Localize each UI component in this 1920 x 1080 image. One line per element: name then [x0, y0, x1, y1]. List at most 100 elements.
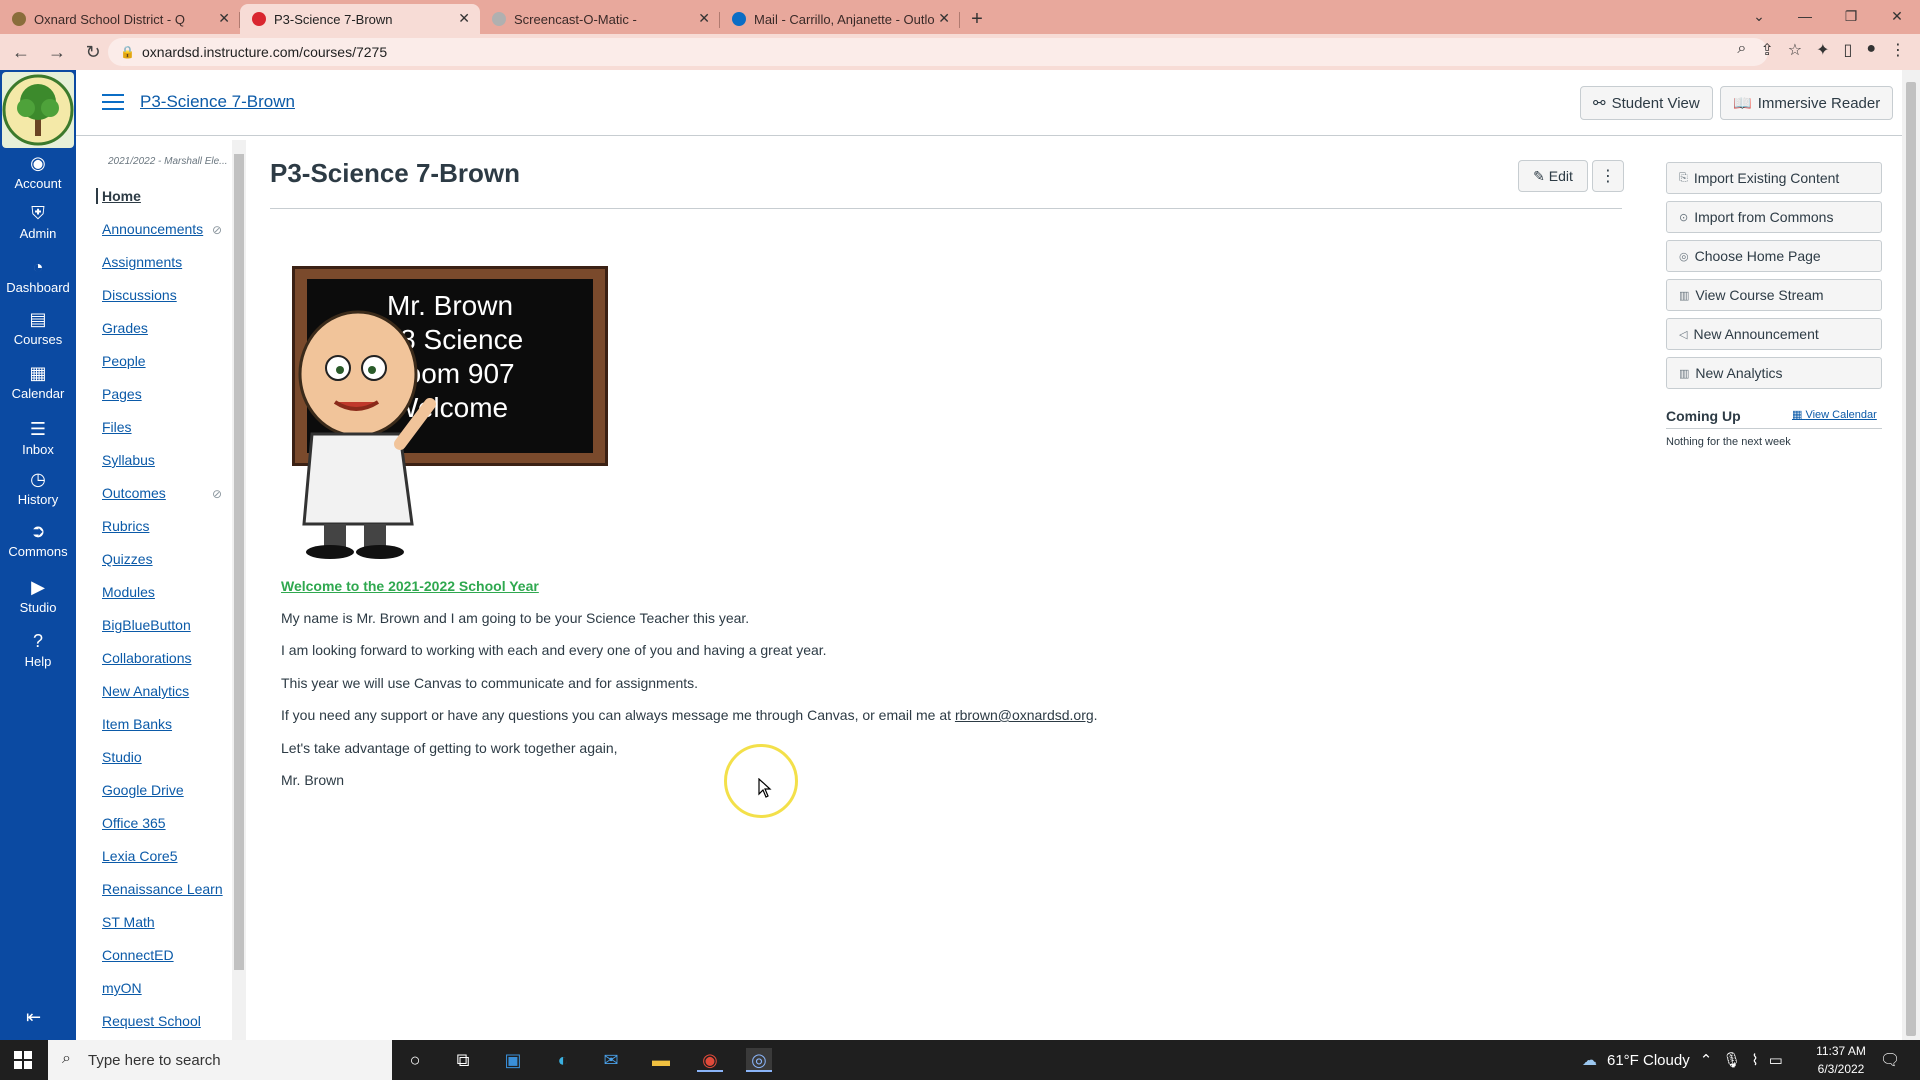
tab-search-icon[interactable]: ⌄	[1736, 0, 1782, 32]
course-nav-google-drive[interactable]: Google Drive	[102, 782, 184, 798]
choose-home-page-button[interactable]: ◎ Choose Home Page	[1666, 240, 1882, 272]
student-view-button[interactable]: ⚯ Student View	[1580, 86, 1713, 120]
browser-tab[interactable]: P3-Science 7-Brown ✕	[240, 4, 480, 34]
bookmark-star-icon[interactable]: ☆	[1788, 40, 1802, 60]
windows-start-icon[interactable]	[14, 1051, 32, 1069]
import-from-commons-button[interactable]: ⊙ Import from Commons	[1666, 201, 1882, 233]
view-course-stream-button[interactable]: ▥ View Course Stream	[1666, 279, 1882, 311]
global-nav-account[interactable]: ◉ Account	[0, 152, 76, 191]
course-nav-people[interactable]: People	[102, 353, 146, 369]
course-nav-scrollbar[interactable]	[232, 140, 246, 1040]
battery-icon[interactable]: ▭	[1769, 1051, 1783, 1069]
store-icon[interactable]: ▣	[500, 1048, 526, 1072]
tab-close-icon[interactable]: ✕	[458, 10, 470, 27]
breadcrumb[interactable]: P3-Science 7-Brown	[140, 92, 295, 112]
global-nav-studio[interactable]: ▶ Studio	[0, 576, 76, 615]
screencast-icon[interactable]: ◎	[746, 1048, 772, 1072]
notifications-icon[interactable]: 🗨	[1880, 1050, 1900, 1070]
minimize-button[interactable]: —	[1782, 0, 1828, 32]
coming-up-divider	[1666, 428, 1882, 429]
global-nav-commons[interactable]: ➲ Commons	[0, 520, 76, 559]
collapse-nav-icon[interactable]: ⇤	[26, 1007, 41, 1028]
course-nav-studio[interactable]: Studio	[102, 749, 142, 765]
course-nav-request-school[interactable]: Request School	[102, 1013, 201, 1029]
edge-icon[interactable]: ◐	[550, 1048, 576, 1072]
view-calendar-link[interactable]: ▦ View Calendar	[1792, 408, 1877, 421]
course-nav-lexia-core5[interactable]: Lexia Core5	[102, 848, 178, 864]
new-tab-button[interactable]: +	[960, 4, 994, 34]
course-nav-collaborations[interactable]: Collaborations	[102, 650, 192, 666]
global-nav-courses[interactable]: ▤ Courses	[0, 308, 76, 347]
course-nav-home[interactable]: Home	[96, 188, 141, 204]
taskbar-clock[interactable]: 11:37 AM 6/3/2022	[1806, 1042, 1876, 1078]
course-nav-pages[interactable]: Pages	[102, 386, 142, 402]
new-announcement-button[interactable]: ◁ New Announcement	[1666, 318, 1882, 350]
analytics-icon: ▥	[1679, 367, 1690, 380]
course-nav-quizzes[interactable]: Quizzes	[102, 551, 153, 567]
extensions-icon[interactable]: ✦	[1816, 40, 1829, 60]
zoom-icon[interactable]: ⌕	[1737, 40, 1746, 60]
course-nav-item-banks[interactable]: Item Banks	[102, 716, 172, 732]
course-nav-assignments[interactable]: Assignments	[102, 254, 182, 270]
course-nav-grades[interactable]: Grades	[102, 320, 148, 336]
global-nav-history[interactable]: ◷ History	[0, 468, 76, 507]
page-scrollbar[interactable]	[1902, 70, 1920, 1040]
cortana-icon[interactable]: ○	[402, 1048, 428, 1072]
email-link[interactable]: rbrown@oxnardsd.org	[955, 707, 1094, 723]
import-existing-content-button[interactable]: ⎘ Import Existing Content	[1666, 162, 1882, 194]
close-window-button[interactable]: ✕	[1874, 0, 1920, 32]
course-nav-announcements[interactable]: Announcements	[102, 221, 203, 237]
course-nav-files[interactable]: Files	[102, 419, 132, 435]
chrome-icon[interactable]: ◉	[697, 1048, 723, 1072]
browser-menu-icon[interactable]: ⋮	[1890, 40, 1906, 60]
forward-icon[interactable]: →	[42, 42, 72, 63]
global-nav-calendar[interactable]: ▦ Calendar	[0, 362, 76, 401]
share-icon[interactable]: ⇪	[1760, 40, 1773, 60]
profile-avatar-icon[interactable]: ●	[1866, 40, 1876, 60]
new-analytics-button[interactable]: ▥ New Analytics	[1666, 357, 1882, 389]
course-nav-syllabus[interactable]: Syllabus	[102, 452, 155, 468]
weather-label[interactable]: 61°F Cloudy	[1607, 1052, 1690, 1069]
paragraph-1: My name is Mr. Brown and I am going to b…	[281, 610, 750, 626]
district-logo[interactable]	[2, 72, 74, 148]
taskbar-search-input[interactable]: ⌕ Type here to search	[48, 1040, 392, 1080]
course-nav-new-analytics[interactable]: New Analytics	[102, 683, 189, 699]
course-nav-myon[interactable]: myON	[102, 980, 142, 996]
browser-tab[interactable]: Mail - Carrillo, Anjanette - Outlo ✕	[720, 4, 960, 34]
paragraph-3: This year we will use Canvas to communic…	[281, 675, 699, 691]
file-explorer-icon[interactable]: ▬	[648, 1048, 674, 1072]
reload-icon[interactable]: ↻	[78, 42, 108, 63]
browser-tab[interactable]: Oxnard School District - Q ✕	[0, 4, 240, 34]
course-nav-bigbluebutton[interactable]: BigBlueButton	[102, 617, 191, 633]
hamburger-menu-icon[interactable]	[102, 94, 124, 110]
global-nav-inbox[interactable]: ☰ Inbox	[0, 418, 76, 457]
tab-close-icon[interactable]: ✕	[698, 10, 710, 27]
edit-button[interactable]: ✎ Edit	[1518, 160, 1588, 192]
immersive-reader-button[interactable]: 📖 Immersive Reader	[1720, 86, 1894, 120]
tray-expand-icon[interactable]: ⌃	[1700, 1051, 1713, 1069]
course-nav-rubrics[interactable]: Rubrics	[102, 518, 149, 534]
tab-close-icon[interactable]: ✕	[938, 10, 950, 27]
course-nav-connected[interactable]: ConnectED	[102, 947, 174, 963]
sidepanel-icon[interactable]: ▯	[1844, 40, 1853, 60]
tab-close-icon[interactable]: ✕	[218, 10, 230, 27]
global-nav-admin[interactable]: ⛨ Admin	[0, 202, 76, 241]
welcome-link[interactable]: Welcome to the 2021-2022 School Year	[281, 578, 539, 594]
network-icon[interactable]: ⌇	[1751, 1051, 1758, 1069]
restore-button[interactable]: ❐	[1828, 0, 1874, 32]
browser-tab[interactable]: Screencast-O-Matic - ✕	[480, 4, 720, 34]
task-view-icon[interactable]: ⧉	[450, 1048, 476, 1072]
global-nav-dashboard[interactable]: ◔ Dashboard	[0, 256, 76, 295]
course-nav-outcomes[interactable]: Outcomes	[102, 485, 166, 501]
url-field[interactable]: 🔒 oxnardsd.instructure.com/courses/7275	[108, 38, 1768, 66]
course-nav-st-math[interactable]: ST Math	[102, 914, 155, 930]
course-nav-renaissance-learn[interactable]: Renaissance Learn	[102, 881, 223, 897]
more-options-button[interactable]: ⋮	[1592, 160, 1624, 192]
course-nav-modules[interactable]: Modules	[102, 584, 155, 600]
course-nav-discussions[interactable]: Discussions	[102, 287, 177, 303]
microphone-icon[interactable]: 🎙	[1722, 1051, 1741, 1069]
course-nav-office-365[interactable]: Office 365	[102, 815, 166, 831]
global-nav-help[interactable]: ? Help	[0, 630, 76, 669]
back-icon[interactable]: ←	[6, 42, 36, 63]
mail-icon[interactable]: ✉	[598, 1048, 624, 1072]
